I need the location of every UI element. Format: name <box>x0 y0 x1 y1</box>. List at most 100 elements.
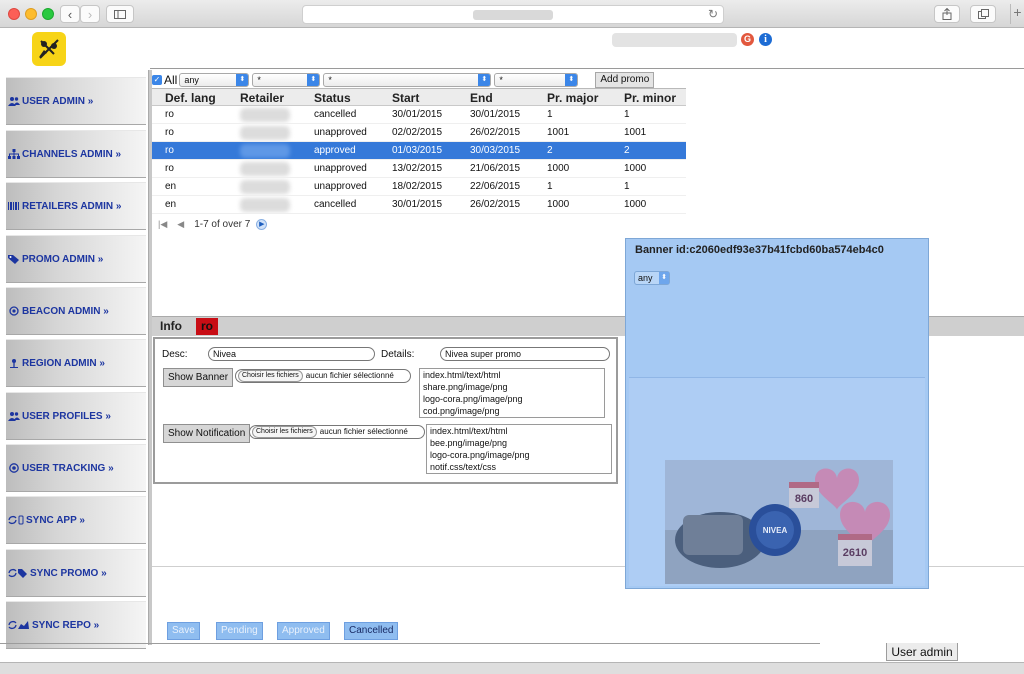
desc-label: Desc: <box>162 349 188 360</box>
cell-start: 30/01/2015 <box>392 109 443 120</box>
channel-filter-select[interactable]: * ⬍ <box>323 73 492 87</box>
zoom-window-button[interactable] <box>42 8 54 20</box>
sidebar-item-sync-app[interactable]: SYNC APP » <box>6 496 146 544</box>
tabs-button[interactable] <box>970 5 996 23</box>
sidebar-item-region-admin[interactable]: REGION ADMIN » <box>6 339 146 387</box>
list-item[interactable]: cod.png/image/png <box>423 405 604 417</box>
list-item[interactable]: notif.css/text/css <box>430 461 611 473</box>
sidebar-item-retailers-admin[interactable]: RETAILERS ADMIN » <box>6 182 146 230</box>
column-header[interactable]: Start <box>379 89 457 105</box>
cell-retailer <box>227 178 301 195</box>
list-item[interactable]: index.html/text/html <box>430 425 611 437</box>
all-label: All <box>164 73 178 87</box>
back-button[interactable]: ‹ <box>60 5 80 23</box>
list-item[interactable]: logo-cora.png/image/png <box>423 393 604 405</box>
cell-status: approved <box>314 145 356 156</box>
approved-button[interactable]: Approved <box>277 622 330 640</box>
cell-end: 30/01/2015 <box>470 109 521 120</box>
table-row[interactable]: ro unapproved 13/02/2015 21/06/2015 1000… <box>152 160 686 178</box>
share-button[interactable] <box>934 5 960 23</box>
tabs-icon <box>977 9 989 19</box>
details-label: Details: <box>381 349 415 360</box>
sidebar-item-promo-admin[interactable]: PROMO ADMIN » <box>6 235 146 283</box>
sidebar-item-label: CHANNELS ADMIN » <box>22 148 122 160</box>
banner-file-list[interactable]: index.html/text/html share.png/image/png… <box>419 368 605 418</box>
banner-lang-select[interactable]: any ⬍ <box>634 271 670 285</box>
sidebar-item-label: SYNC REPO » <box>32 619 100 631</box>
sync-tag-icon <box>8 568 27 578</box>
next-page-icon[interactable]: ▶ <box>256 219 268 230</box>
no-file-text: aucun fichier sélectionné <box>319 427 408 436</box>
info-icon[interactable]: i <box>759 33 772 46</box>
sidebar-item-user-tracking[interactable]: USER TRACKING » <box>6 444 146 492</box>
new-tab-button[interactable]: + <box>1010 4 1024 24</box>
sidebar-item-user-profiles[interactable]: USER PROFILES » <box>6 392 146 440</box>
pin-icon <box>10 359 18 368</box>
promo-grid: Def. lang Retailer Status Start End Pr. … <box>152 88 686 214</box>
list-item[interactable]: logo-cora.png/image/png <box>430 449 611 461</box>
column-header[interactable]: Def. lang <box>152 89 227 105</box>
table-row[interactable]: en cancelled 30/01/2015 26/02/2015 1000 … <box>152 196 686 214</box>
details-input[interactable]: Nivea super promo <box>440 347 610 361</box>
cell-minor: 1 <box>624 181 630 192</box>
show-banner-button[interactable]: Show Banner <box>163 368 234 387</box>
retailer-filter-select[interactable]: * ⬍ <box>252 73 321 87</box>
sidebar-item-sync-promo[interactable]: SYNC PROMO » <box>6 549 146 597</box>
sidebar-icon <box>114 9 126 19</box>
banner-file-input[interactable]: Choisir les fichiers aucun fichier sélec… <box>235 369 411 383</box>
banner-title[interactable]: Banner id:c2060edf93e37b41fcbd60ba574eb4… <box>626 239 928 259</box>
app-logo <box>32 32 66 66</box>
chevron-updown-icon: ⬍ <box>478 74 491 86</box>
tab-lang-ro[interactable]: ro <box>196 318 218 335</box>
sidebar-item-user-admin[interactable]: USER ADMIN » <box>6 77 146 125</box>
pending-button[interactable]: Pending <box>216 622 263 640</box>
close-window-button[interactable] <box>8 8 20 20</box>
prev-page-icon[interactable]: ◀ <box>177 219 184 230</box>
column-header[interactable]: Pr. minor <box>611 89 686 105</box>
notification-file-input[interactable]: Choisir les fichiers aucun fichier sélec… <box>249 425 425 439</box>
show-notification-button[interactable]: Show Notification <box>163 424 251 443</box>
table-row[interactable]: ro cancelled 30/01/2015 30/01/2015 1 1 <box>152 106 686 124</box>
sidebar-toggle-button[interactable] <box>106 5 134 23</box>
address-bar[interactable]: ↻ <box>302 5 724 24</box>
no-file-text: aucun fichier sélectionné <box>305 371 394 380</box>
reload-icon[interactable]: ↻ <box>708 7 718 21</box>
sidebar-item-beacon-admin[interactable]: BEACON ADMIN » <box>6 287 146 335</box>
minimize-window-button[interactable] <box>25 8 37 20</box>
tab-info[interactable]: Info <box>160 319 182 333</box>
notification-file-list[interactable]: index.html/text/html bee.png/image/png l… <box>426 424 612 474</box>
sidebar-item-sync-repo[interactable]: SYNC REPO » <box>6 601 146 649</box>
lang-filter-select[interactable]: any ⬍ <box>179 73 250 87</box>
list-item[interactable]: index.html/text/html <box>423 369 604 381</box>
table-row-selected[interactable]: ro approved 01/03/2015 30/03/2015 2 2 <box>152 142 686 160</box>
status-filter-select[interactable]: * ⬍ <box>494 73 579 87</box>
choose-files-button[interactable]: Choisir les fichiers <box>238 370 303 382</box>
column-header[interactable]: Retailer <box>227 89 301 105</box>
desc-input[interactable]: Nivea <box>208 347 375 361</box>
all-checkbox[interactable]: ✓ <box>152 75 162 85</box>
column-header[interactable]: Status <box>301 89 379 105</box>
forward-button[interactable]: › <box>80 5 100 23</box>
url-text <box>473 10 553 20</box>
list-item[interactable]: bee.png/image/png <box>430 437 611 449</box>
column-header[interactable]: End <box>457 89 534 105</box>
list-item[interactable]: share.png/image/png <box>423 381 604 393</box>
retailer-blurred <box>240 144 290 158</box>
table-row[interactable]: ro unapproved 02/02/2015 26/02/2015 1001… <box>152 124 686 142</box>
save-button[interactable]: Save <box>167 622 200 640</box>
logout-icon[interactable]: G <box>741 33 754 46</box>
channel-filter-value: * <box>328 75 332 85</box>
add-promo-button[interactable]: Add promo <box>595 72 655 88</box>
users-icon <box>8 412 20 421</box>
cell-start: 01/03/2015 <box>392 145 443 156</box>
retailer-blurred <box>240 108 290 122</box>
cell-lang: ro <box>165 163 174 174</box>
table-row[interactable]: en unapproved 18/02/2015 22/06/2015 1 1 <box>152 178 686 196</box>
first-page-icon[interactable]: |◀ <box>158 219 167 230</box>
user-admin-tab[interactable]: User admin <box>886 643 958 661</box>
sidebar-item-channels-admin[interactable]: CHANNELS ADMIN » <box>6 130 146 178</box>
column-header[interactable]: Pr. major <box>534 89 611 105</box>
cancelled-button[interactable]: Cancelled <box>344 622 399 640</box>
cell-major: 1000 <box>547 163 570 174</box>
choose-files-button[interactable]: Choisir les fichiers <box>252 426 317 438</box>
